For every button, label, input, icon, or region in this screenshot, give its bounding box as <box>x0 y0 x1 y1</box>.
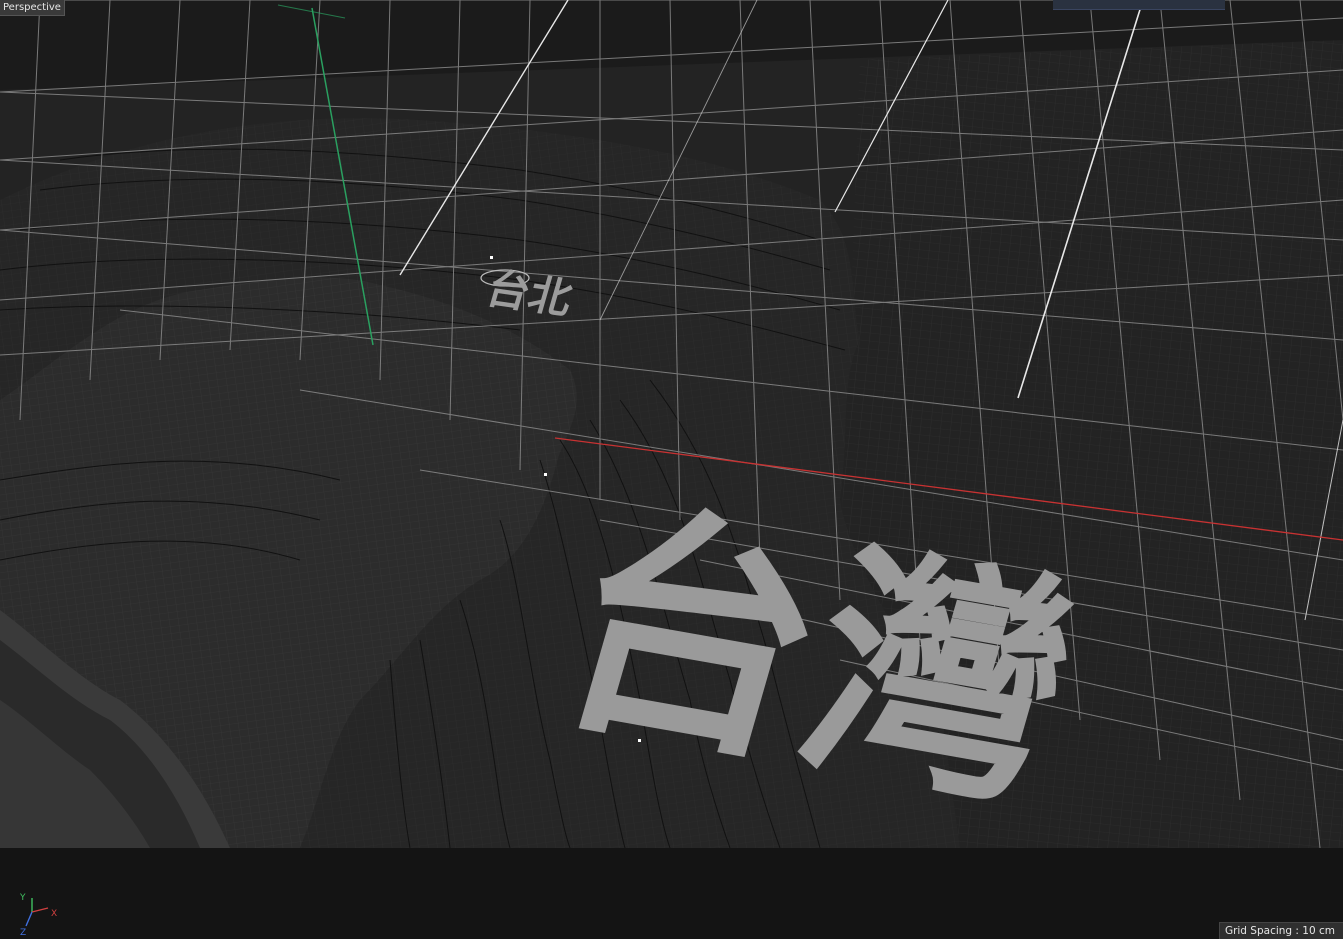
grid-spacing-readout: Grid Spacing : 10 cm <box>1218 922 1343 939</box>
scene-canvas[interactable]: 台北 台灣 <box>0 0 1343 939</box>
axis-gizmo: Y X Z <box>19 893 57 938</box>
axis-label-y: Y <box>19 893 26 903</box>
view-name-label[interactable]: Perspective <box>0 0 65 16</box>
axis-label-z: Z <box>20 928 26 938</box>
axis-label-x: X <box>51 909 57 919</box>
3d-viewport[interactable]: 台北 台灣 Perspective Y X Z Grid Spacing : 1… <box>0 0 1343 939</box>
viewport-menu-chip[interactable] <box>1053 0 1225 10</box>
